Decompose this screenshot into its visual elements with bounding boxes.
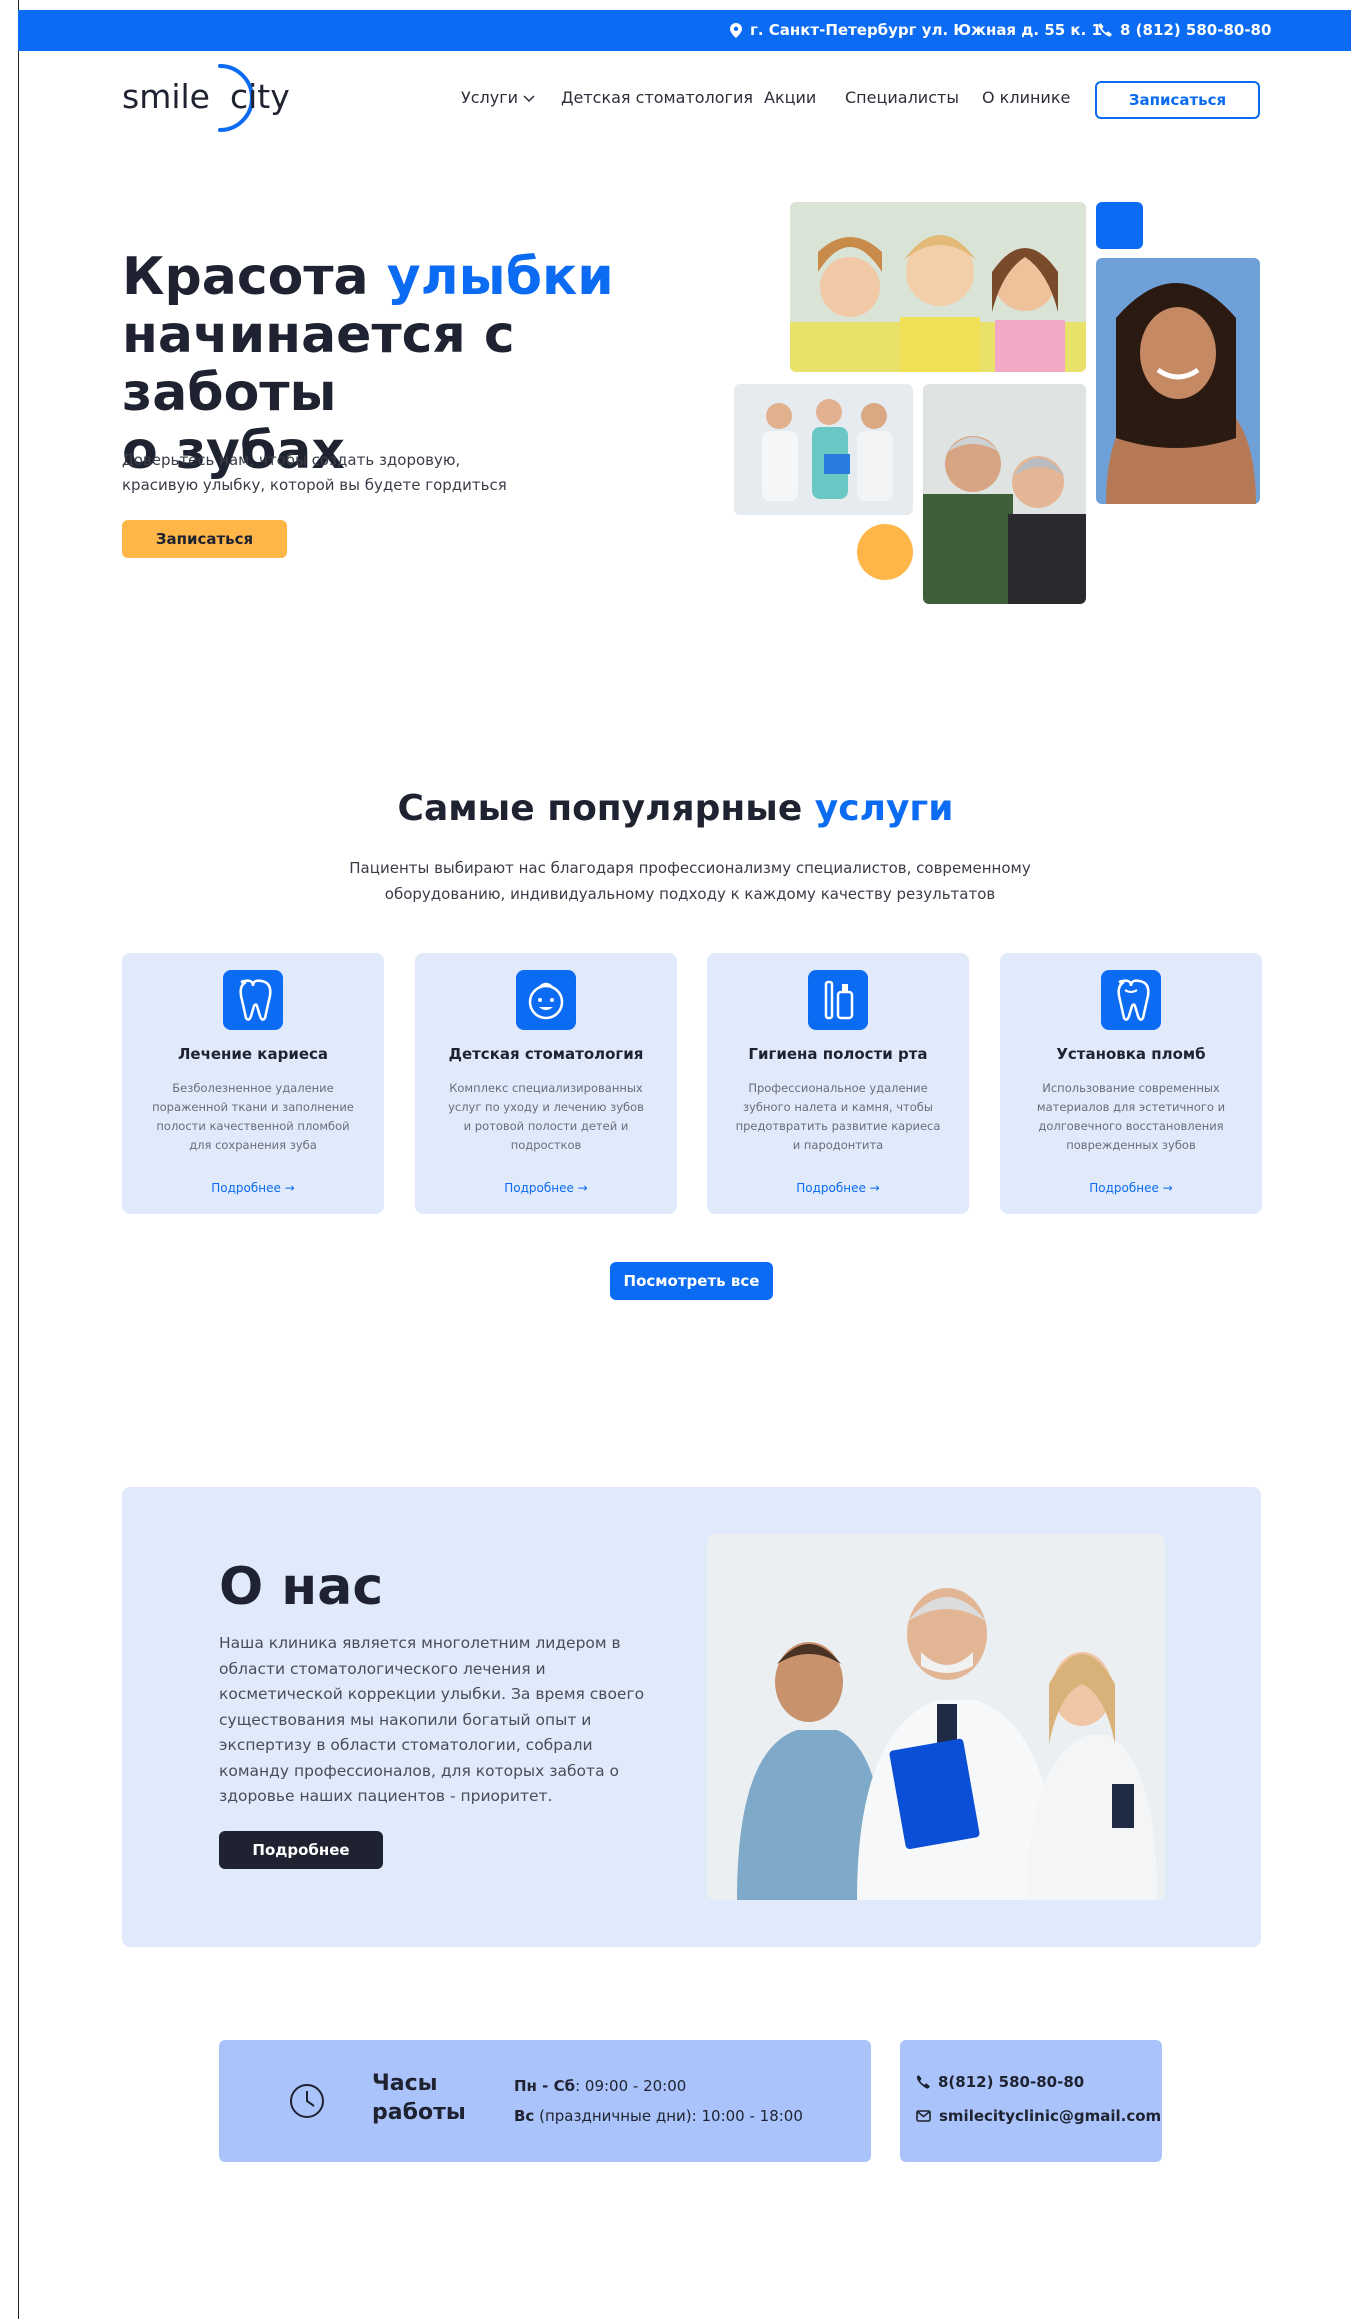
smiling-woman-photo	[1096, 258, 1260, 504]
hero-signup-button[interactable]: Записаться	[122, 520, 287, 558]
hours-weekdays-label: Пн - Сб	[514, 2077, 576, 2095]
service-card-title: Детская стоматология	[448, 1045, 644, 1063]
services-subtitle-line2: оборудованию, индивидуальному подходу к …	[384, 885, 996, 903]
nav-item-label: О клинике	[982, 88, 1071, 107]
logo-text-left: smile	[122, 77, 210, 116]
hours-weekdays: Пн - Сб: 09:00 - 20:00	[514, 2077, 686, 2095]
service-card-fillings[interactable]: Установка пломб Использование современны…	[1000, 953, 1262, 1214]
hero-title-line2: начинается с заботы	[122, 305, 515, 423]
hero-subtitle-line1: Доверьтесь нам, чтобы создать здоровую,	[122, 451, 461, 469]
chevron-down-icon	[523, 94, 535, 102]
contact-card	[900, 2040, 1162, 2162]
service-card-hygiene[interactable]: Гигиена полости рта Профессиональное уда…	[707, 953, 969, 1214]
service-card-title: Лечение кариеса	[177, 1045, 329, 1063]
address-block: г. Санкт-Петербург ул. Южная д. 55 к. 1	[730, 21, 1102, 39]
nav-item-label: Специалисты	[845, 88, 959, 107]
clock-icon	[290, 2084, 324, 2118]
service-card-more-link[interactable]: Подробнее →	[707, 1181, 969, 1195]
page-border	[18, 0, 19, 2319]
service-card-more-link[interactable]: Подробнее →	[1000, 1181, 1262, 1195]
phone-block[interactable]: 8 (812) 580-80-80	[1098, 21, 1271, 39]
service-card-kids[interactable]: Детская стоматология Комплекс специализи…	[415, 953, 677, 1214]
nav-item-specialists[interactable]: Специалисты	[845, 88, 959, 107]
hero-title-accent: улыбки	[386, 247, 614, 307]
working-hours-title-line2: работы	[372, 2100, 466, 2125]
decor-blue-square	[1096, 202, 1143, 249]
service-card-description: Использование современных материалов для…	[1036, 1081, 1226, 1152]
nav-item-services[interactable]: Услуги	[461, 88, 536, 107]
doctors-team-photo	[707, 1534, 1165, 1900]
hours-weekdays-value: : 09:00 - 20:00	[575, 2077, 687, 2095]
service-card-description: Комплекс специализированных услуг по ухо…	[448, 1081, 644, 1152]
decor-yellow-circle	[857, 524, 913, 580]
logo[interactable]: smile city	[120, 58, 295, 138]
about-text: Наша клиника является многолетним лидеро…	[219, 1634, 645, 1805]
hero-subtitle: Доверьтесь нам, чтобы создать здоровую, …	[122, 448, 542, 498]
kids-smiling-photo	[790, 202, 1086, 372]
nav-item-label: Акции	[764, 88, 817, 107]
toothbrush-paste-icon	[808, 970, 868, 1030]
services-title-part1: Самые популярные	[397, 788, 815, 829]
service-card-description: Безболезненное удаление пораженной ткани…	[152, 1081, 354, 1152]
elderly-couple-photo	[923, 384, 1086, 604]
top-info-bar: г. Санкт-Петербург ул. Южная д. 55 к. 1 …	[18, 10, 1351, 51]
working-hours-title: Часы работы	[372, 2069, 482, 2127]
phone-icon	[916, 2075, 930, 2089]
logo-text-right: city	[230, 77, 290, 116]
hours-sunday-value: (праздничные дни): 10:00 - 18:00	[534, 2107, 803, 2125]
nav-item-about-clinic[interactable]: О клинике	[982, 88, 1070, 107]
hero-title-part1: Красота	[122, 247, 387, 307]
hours-sunday: Вс (праздничные дни): 10:00 - 18:00	[514, 2107, 803, 2125]
service-card-more-link[interactable]: Подробнее →	[122, 1181, 384, 1195]
contact-phone[interactable]: 8(812) 580-80-80	[916, 2073, 1084, 2091]
phone-text: 8 (812) 580-80-80	[1120, 21, 1272, 39]
service-card-title: Гигиена полости рта	[748, 1045, 928, 1063]
nav-item-promotions[interactable]: Акции	[764, 88, 816, 107]
about-title: О нас	[219, 1557, 384, 1617]
hours-sunday-label: Вс	[514, 2107, 535, 2125]
child-face-icon	[516, 970, 576, 1030]
services-subtitle: Пациенты выбирают нас благодаря професси…	[330, 855, 1050, 907]
map-pin-icon	[730, 22, 742, 38]
phone-icon	[1098, 23, 1112, 37]
contact-email[interactable]: smilecityclinic@gmail.com	[916, 2107, 1161, 2125]
tooth-icon	[223, 970, 283, 1030]
mail-icon	[916, 2110, 931, 2122]
service-card-caries[interactable]: Лечение кариеса Безболезненное удаление …	[122, 953, 384, 1214]
nav-item-label: Детская стоматология	[561, 88, 753, 107]
nav-item-kids[interactable]: Детская стоматология	[561, 88, 753, 107]
services-subtitle-line1: Пациенты выбирают нас благодаря професси…	[349, 859, 1031, 877]
working-hours-title-line1: Часы	[372, 2071, 438, 2096]
dentists-team-photo	[734, 384, 913, 515]
signup-header-button[interactable]: Записаться	[1095, 81, 1260, 119]
about-more-button[interactable]: Подробнее	[219, 1831, 383, 1869]
service-card-more-link[interactable]: Подробнее →	[415, 1181, 677, 1195]
hero-subtitle-line2: красивую улыбку, которой вы будете горди…	[122, 476, 507, 494]
view-all-services-button[interactable]: Посмотреть все	[610, 1262, 773, 1300]
contact-email-text: smilecityclinic@gmail.com	[939, 2107, 1162, 2125]
address-text: г. Санкт-Петербург ул. Южная д. 55 к. 1	[750, 21, 1102, 39]
services-title-accent: услуги	[814, 788, 954, 829]
nav-item-label: Услуги	[461, 88, 519, 107]
services-title: Самые популярные услуги	[0, 788, 1351, 829]
service-card-description: Профессиональное удаление зубного налета…	[735, 1081, 941, 1152]
contact-phone-text: 8(812) 580-80-80	[938, 2073, 1085, 2091]
service-card-title: Установка пломб	[1056, 1045, 1206, 1063]
tooth-filling-icon	[1101, 970, 1161, 1030]
hero-title: Красота улыбки начинается с заботы о зуб…	[122, 248, 722, 480]
